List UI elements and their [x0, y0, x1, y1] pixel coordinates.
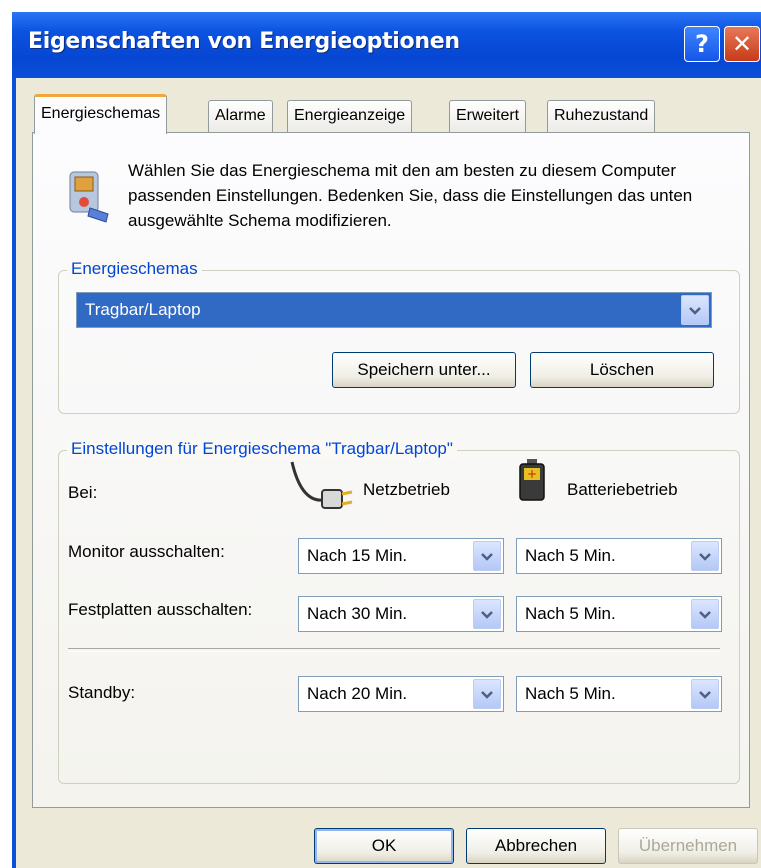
- scheme-select[interactable]: Tragbar/Laptop: [76, 292, 712, 328]
- chevron-down-icon[interactable]: [473, 599, 501, 629]
- title-bar[interactable]: Eigenschaften von Energieoptionen ? ✕: [12, 12, 761, 78]
- intro-text: Wählen Sie das Energieschema mit den am …: [128, 161, 693, 230]
- schemes-legend: Energieschemas: [67, 259, 202, 279]
- disks-ac-select[interactable]: Nach 30 Min.: [298, 596, 504, 632]
- standby-battery-select[interactable]: Nach 5 Min.: [516, 676, 722, 712]
- window-title: Eigenschaften von Energieoptionen: [28, 29, 460, 54]
- monitor-label: Monitor ausschalten:: [68, 542, 225, 561]
- monitor-battery-value: Nach 5 Min.: [525, 546, 616, 565]
- tab-ruhezustand[interactable]: Ruhezustand: [547, 100, 656, 132]
- chevron-down-icon[interactable]: [691, 541, 719, 571]
- disks-battery-select[interactable]: Nach 5 Min.: [516, 596, 722, 632]
- chevron-down-icon[interactable]: [691, 599, 719, 629]
- disks-battery-value: Nach 5 Min.: [525, 604, 616, 623]
- help-button[interactable]: ?: [684, 26, 720, 62]
- ac-label: Netzbetrieb: [363, 480, 450, 499]
- dialog-window: Eigenschaften von Energieoptionen ? ✕ En…: [12, 12, 761, 868]
- tab-alarme[interactable]: Alarme: [208, 100, 273, 132]
- monitor-ac-select[interactable]: Nach 15 Min.: [298, 538, 504, 574]
- scheme-select-value: Tragbar/Laptop: [85, 300, 201, 319]
- tab-energieanzeige[interactable]: Energieanzeige: [287, 100, 413, 132]
- chevron-down-icon[interactable]: [473, 541, 501, 571]
- close-button[interactable]: ✕: [724, 26, 760, 62]
- disks-ac-value: Nach 30 Min.: [307, 604, 408, 623]
- standby-battery-value: Nach 5 Min.: [525, 684, 616, 703]
- chevron-down-icon[interactable]: [473, 679, 501, 709]
- tab-energieschemas[interactable]: Energieschemas: [34, 94, 168, 134]
- settings-legend: Einstellungen für Energieschema "Tragbar…: [67, 439, 457, 459]
- standby-label: Standby:: [68, 683, 136, 702]
- cancel-button[interactable]: Abbrechen: [466, 828, 606, 864]
- ok-button[interactable]: OK: [314, 828, 454, 864]
- chevron-down-icon[interactable]: [691, 679, 719, 709]
- svg-text:+: +: [527, 467, 537, 481]
- apply-button[interactable]: Übernehmen: [618, 828, 758, 864]
- monitor-ac-value: Nach 15 Min.: [307, 546, 408, 565]
- standby-ac-select[interactable]: Nach 20 Min.: [298, 676, 504, 712]
- monitor-battery-select[interactable]: Nach 5 Min.: [516, 538, 722, 574]
- battery-icon: +: [519, 459, 545, 501]
- battery-label: Batteriebetrieb: [567, 480, 678, 499]
- ac-plug-icon: [290, 461, 353, 509]
- dialog-client-area: Energieschemas Alarme Energieanzeige Erw…: [16, 78, 761, 868]
- save-as-button[interactable]: Speichern unter...: [332, 352, 516, 388]
- settings-divider: [68, 648, 720, 652]
- standby-ac-value: Nach 20 Min.: [307, 684, 408, 703]
- power-options-icon: [69, 171, 109, 223]
- chevron-down-icon[interactable]: [681, 295, 709, 325]
- bei-label: Bei:: [68, 483, 98, 502]
- disks-label: Festplatten ausschalten:: [68, 600, 253, 619]
- tab-erweitert[interactable]: Erweitert: [449, 100, 527, 132]
- delete-button[interactable]: Löschen: [530, 352, 714, 388]
